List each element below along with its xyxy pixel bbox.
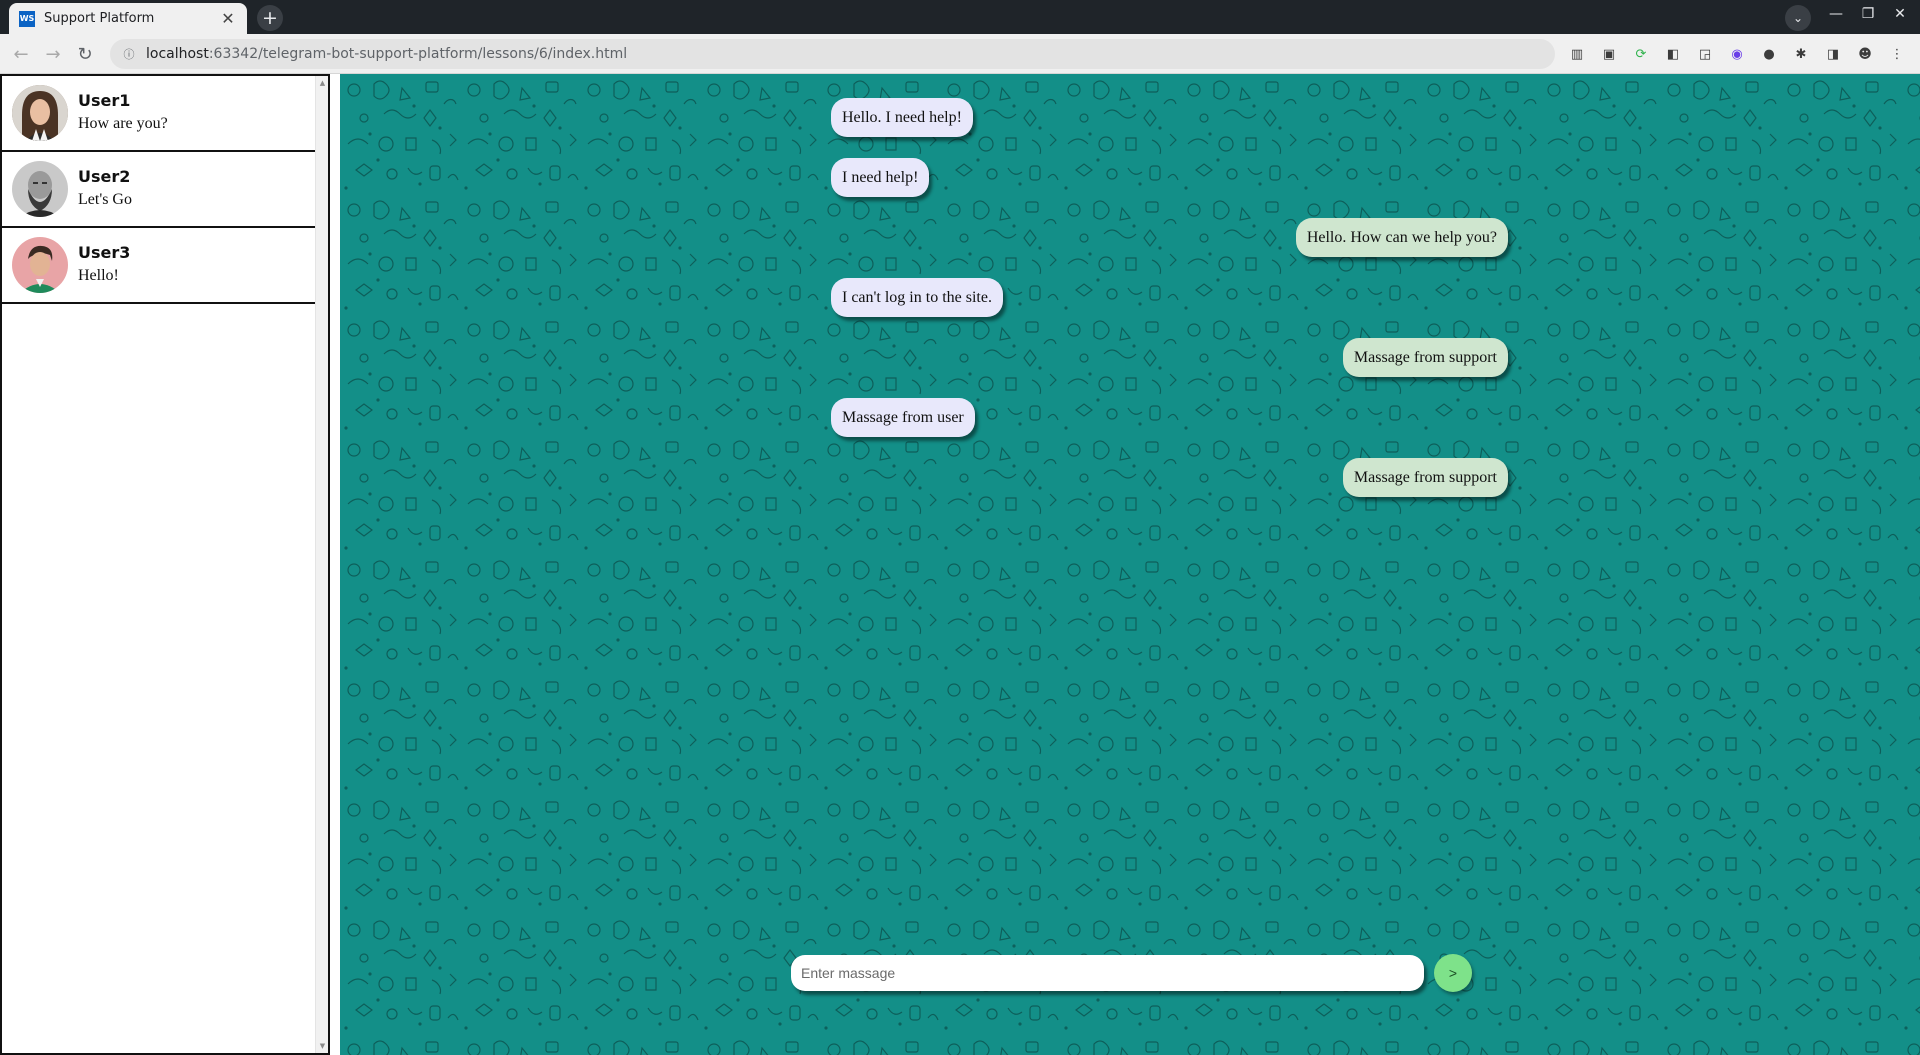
screenshot-extension-icon[interactable]: ◧ — [1664, 45, 1682, 63]
reload-icon[interactable]: ↻ — [73, 42, 97, 66]
scroll-down-arrow-icon[interactable]: ▼ — [316, 1039, 329, 1053]
contact-name: User3 — [78, 243, 131, 262]
user-message-bubble: I need help! — [831, 158, 930, 197]
contact-item[interactable]: User1 How are you? — [2, 76, 315, 152]
webstorm-favicon-icon: WS — [19, 10, 35, 27]
contact-text: User2 Let's Go — [78, 166, 132, 212]
contact-text: User1 How are you? — [78, 90, 168, 136]
url-path: :63342/telegram-bot-support-platform/les… — [208, 46, 628, 62]
contact-name: User2 — [78, 167, 131, 186]
url-text: localhost:63342/telegram-bot-support-pla… — [146, 46, 627, 62]
user-message-bubble: Massage from user — [831, 398, 975, 437]
github-extension-icon[interactable]: ● — [1760, 45, 1778, 63]
site-info-icon[interactable]: ⓘ — [122, 47, 136, 61]
minimize-window-icon[interactable]: — — [1824, 6, 1848, 22]
contacts-sidebar: User1 How are you? User2 Let's Go User3 … — [0, 74, 330, 1055]
message-composer — [791, 955, 1424, 991]
address-bar[interactable]: ⓘ localhost:63342/telegram-bot-support-p… — [110, 39, 1555, 69]
tab-title: Support Platform — [44, 11, 155, 26]
contact-last-message: How are you? — [78, 115, 168, 132]
support-message-bubble: Massage from support — [1342, 338, 1508, 377]
extensions-puzzle-icon[interactable]: ✱ — [1792, 45, 1810, 63]
support-message-bubble: Hello. How can we help you? — [1295, 218, 1508, 257]
contact-text: User3 Hello! — [78, 242, 130, 288]
layout-extension-icon[interactable]: ◲ — [1696, 45, 1714, 63]
side-panel-icon[interactable]: ◨ — [1824, 45, 1842, 63]
close-tab-icon[interactable]: ✕ — [219, 9, 237, 28]
sidebar-scrollbar[interactable]: ▲ ▼ — [315, 76, 328, 1053]
support-message-bubble: Massage from support — [1342, 458, 1508, 497]
contact-name: User1 — [78, 91, 131, 110]
avatar — [12, 237, 68, 293]
back-arrow-icon[interactable]: ← — [9, 42, 33, 66]
contact-item[interactable]: User2 Let's Go — [2, 152, 315, 228]
contact-last-message: Let's Go — [78, 191, 132, 208]
send-button[interactable]: > — [1434, 954, 1472, 992]
forward-arrow-icon[interactable]: → — [41, 42, 65, 66]
restore-window-icon[interactable]: ❐ — [1856, 6, 1880, 22]
avatar — [12, 161, 68, 217]
contact-last-message: Hello! — [78, 267, 119, 284]
browser-menu-icon[interactable]: ⋮ — [1888, 45, 1906, 63]
profile-icon[interactable]: ☻ — [1856, 45, 1874, 63]
contact-item[interactable]: User3 Hello! — [2, 228, 315, 304]
new-tab-button[interactable]: + — [257, 5, 283, 31]
tab-search-icon[interactable]: ⌄ — [1785, 5, 1811, 31]
sync-extension-icon[interactable]: ⟳ — [1632, 45, 1650, 63]
chat-doodle-background — [340, 74, 1920, 1055]
url-host: localhost — [146, 46, 209, 62]
support-platform-page: User1 How are you? User2 Let's Go User3 … — [0, 74, 1920, 1055]
browser-toolbar: ← → ↻ ⓘ localhost:63342/telegram-bot-sup… — [0, 34, 1920, 74]
user-message-bubble: Hello. I need help! — [831, 98, 973, 137]
scroll-up-arrow-icon[interactable]: ▲ — [316, 76, 329, 90]
close-window-icon[interactable]: ✕ — [1888, 6, 1912, 22]
chat-area: Hello. I need help! I need help! Hello. … — [340, 74, 1920, 1055]
contact-list: User1 How are you? User2 Let's Go User3 … — [2, 76, 315, 304]
avatar — [12, 85, 68, 141]
reading-list-icon[interactable]: ▥ — [1568, 45, 1586, 63]
user-message-bubble: I can't log in to the site. — [831, 278, 1003, 317]
browser-tab[interactable]: WS Support Platform ✕ — [9, 3, 247, 34]
circle-extension-icon[interactable]: ◉ — [1728, 45, 1746, 63]
message-input[interactable] — [801, 955, 1424, 991]
browser-tab-bar: WS Support Platform ✕ + ⌄ — ❐ ✕ — [0, 0, 1920, 34]
extension-window-icon[interactable]: ▣ — [1600, 45, 1618, 63]
